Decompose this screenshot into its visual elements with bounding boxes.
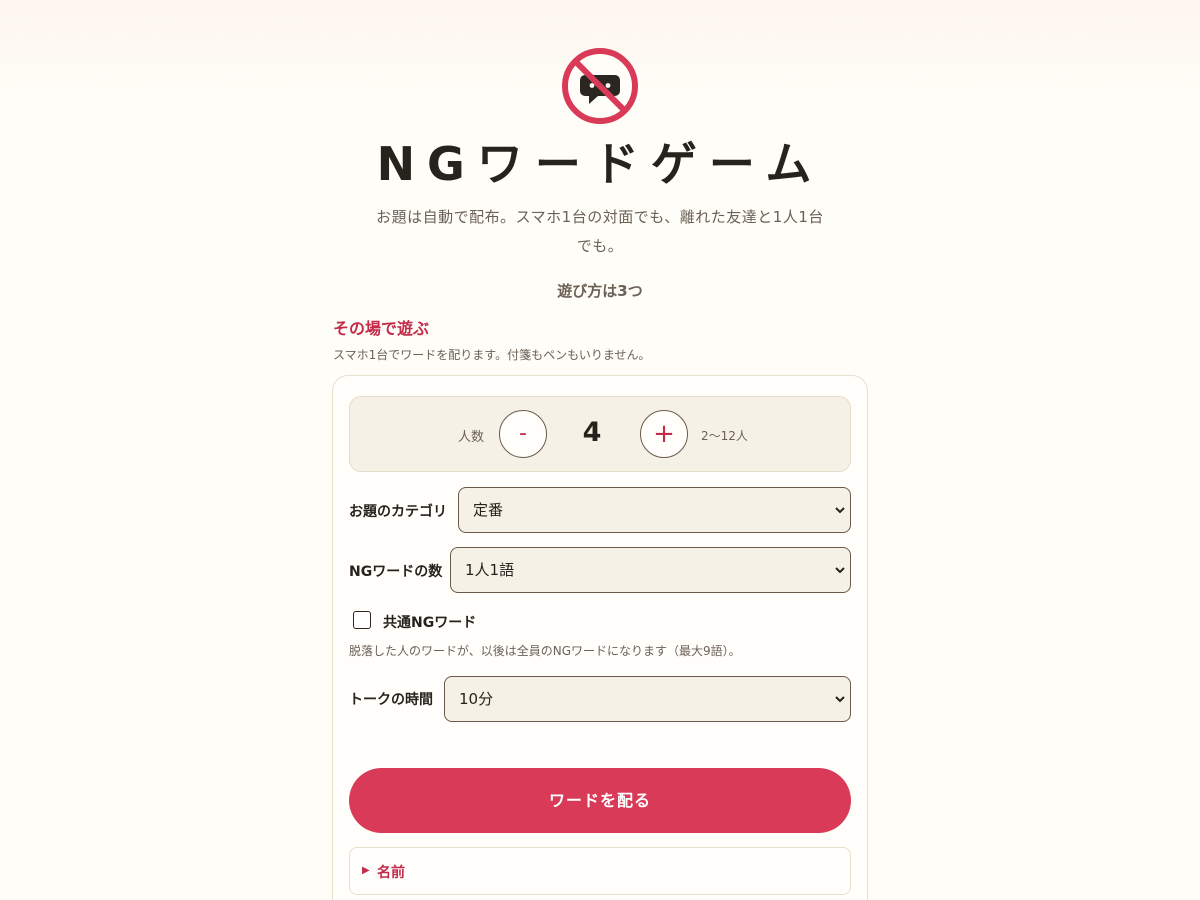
page: NGワードゲーム お題は自動で配布。スマホ1台の対面でも、離れた友達と1人1台で…	[0, 0, 1200, 900]
triangle-right-icon: ▶	[362, 865, 370, 876]
section-description: スマホ1台でワードを配ります。付箋もペンもいりません。	[333, 348, 651, 362]
names-disclosure[interactable]: ▶ 名前	[349, 847, 851, 895]
player-count-value: 4	[582, 417, 602, 448]
decrease-players-button[interactable]: -	[499, 410, 547, 458]
chevron-down-icon	[835, 567, 845, 574]
ng-count-select[interactable]: 1人1語	[450, 547, 851, 593]
category-label: お題のカテゴリ	[349, 504, 447, 520]
no-chat-icon	[562, 48, 638, 124]
talk-time-select-value: 10分	[459, 690, 494, 708]
ng-count-label: NGワードの数	[349, 564, 443, 580]
shared-ng-description: 脱落した人のワードが、以後は全員のNGワードになります（最大9語）。	[349, 644, 741, 658]
talk-time-label: トークの時間	[349, 692, 433, 708]
howto-heading: 遊び方は3つ	[557, 282, 643, 300]
category-select-value: 定番	[473, 501, 504, 519]
deal-words-button[interactable]: ワードを配る	[349, 768, 851, 833]
shared-ng-checkbox[interactable]	[353, 611, 371, 629]
chevron-down-icon	[835, 507, 845, 514]
shared-ng-label[interactable]: 共通NGワード	[383, 612, 476, 632]
player-count-panel: 人数 - 4 + 2〜12人	[349, 396, 851, 472]
talk-time-select[interactable]: 10分	[444, 676, 851, 722]
player-count-range: 2〜12人	[701, 429, 748, 443]
category-select[interactable]: 定番	[458, 487, 851, 533]
chevron-down-icon	[835, 696, 845, 703]
player-count-label: 人数	[458, 430, 485, 445]
settings-card: 人数 - 4 + 2〜12人 お題のカテゴリ 定番 NGワードの数 1人1語 共…	[332, 375, 868, 900]
names-label: 名前	[377, 865, 405, 881]
page-title: NGワードゲーム	[376, 137, 824, 191]
increase-players-button[interactable]: +	[640, 410, 688, 458]
section-title: その場で遊ぶ	[333, 319, 430, 338]
page-subtitle: お題は自動で配布。スマホ1台の対面でも、離れた友達と1人1台でも。	[376, 208, 824, 255]
ng-count-select-value: 1人1語	[465, 561, 515, 579]
